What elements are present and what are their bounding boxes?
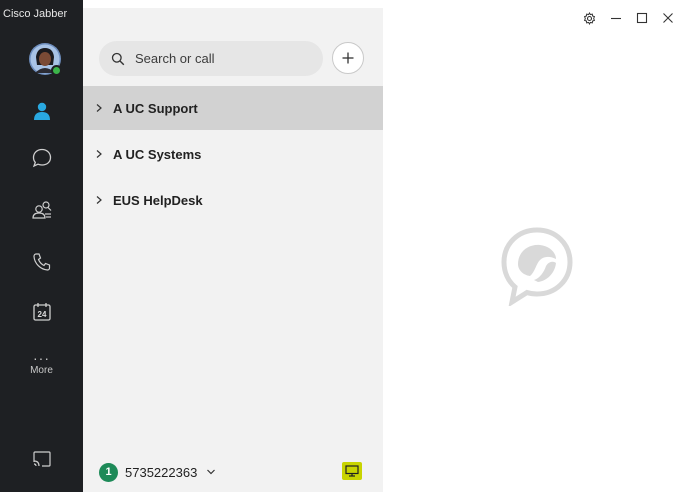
group-row[interactable]: EUS HelpDesk <box>83 178 383 222</box>
avatar[interactable] <box>29 43 62 76</box>
phone-icon <box>32 253 50 271</box>
add-contact-button[interactable] <box>332 42 364 74</box>
calendar-day: 24 <box>37 310 46 319</box>
chevron-right-icon <box>96 150 102 158</box>
close-icon <box>663 13 673 23</box>
line-badge: 1 <box>99 462 118 482</box>
calendar-icon: 24 <box>32 303 51 321</box>
phone-line-selector[interactable]: 1 5735222363 <box>99 462 216 482</box>
chat-bubble-icon <box>32 148 51 168</box>
group-row[interactable]: A UC Systems <box>83 132 383 176</box>
nav-more[interactable]: ··· More <box>0 350 83 388</box>
maximize-button[interactable] <box>634 10 650 26</box>
plus-icon <box>342 52 354 64</box>
phone-number: 5735222363 <box>125 464 198 480</box>
app-title: Cisco Jabber <box>3 8 68 20</box>
close-button[interactable] <box>660 10 676 26</box>
gear-icon <box>583 11 595 25</box>
person-icon <box>33 102 50 120</box>
chevron-right-icon <box>96 104 102 112</box>
group-search-icon <box>31 201 51 219</box>
nav-meetings[interactable] <box>0 190 83 230</box>
contacts-pane: A UC Support A UC Systems EUS HelpDesk <box>83 8 383 492</box>
settings-button[interactable] <box>581 10 597 26</box>
chevron-down-icon <box>207 469 216 475</box>
jabber-logo-icon <box>500 226 574 308</box>
monitor-icon <box>342 462 362 480</box>
group-label: A UC Systems <box>113 146 202 162</box>
group-label: EUS HelpDesk <box>113 192 203 208</box>
more-label: More <box>30 365 53 376</box>
chevron-right-icon <box>96 196 102 204</box>
minimize-button[interactable] <box>608 10 624 26</box>
nav-cast[interactable] <box>0 439 83 479</box>
status-online-badge <box>51 65 62 76</box>
maximize-icon <box>636 12 648 24</box>
group-label: A UC Support <box>113 100 198 116</box>
nav-rail: Cisco Jabber 24 ··· More <box>0 0 83 492</box>
search-box[interactable] <box>99 41 323 76</box>
search-input[interactable] <box>133 50 317 67</box>
group-row[interactable]: A UC Support <box>83 86 383 130</box>
more-dots-icon: ··· <box>33 350 50 366</box>
nav-calls[interactable] <box>0 242 83 282</box>
screen-share-button[interactable] <box>341 461 363 481</box>
search-icon <box>111 52 125 65</box>
minimize-icon <box>611 17 621 20</box>
nav-contacts[interactable] <box>0 91 83 131</box>
cast-screen-icon <box>32 451 51 467</box>
nav-chats[interactable] <box>0 138 83 178</box>
nav-calendar[interactable]: 24 <box>0 292 83 332</box>
